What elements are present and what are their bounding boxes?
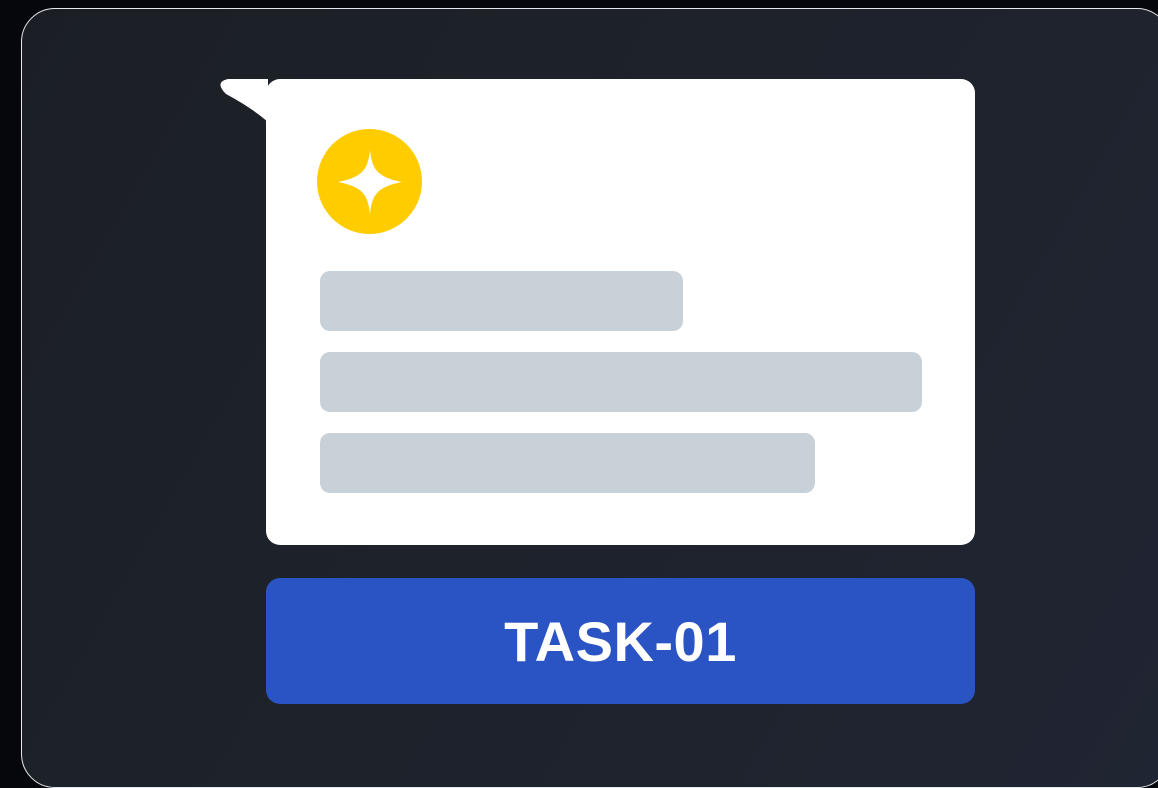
sparkle-badge bbox=[317, 129, 422, 234]
skeleton-line bbox=[320, 271, 683, 331]
task-button[interactable]: TASK-01 bbox=[266, 578, 975, 704]
skeleton-line bbox=[320, 352, 922, 412]
skeleton-line bbox=[320, 433, 815, 493]
sparkle-icon bbox=[337, 149, 402, 214]
